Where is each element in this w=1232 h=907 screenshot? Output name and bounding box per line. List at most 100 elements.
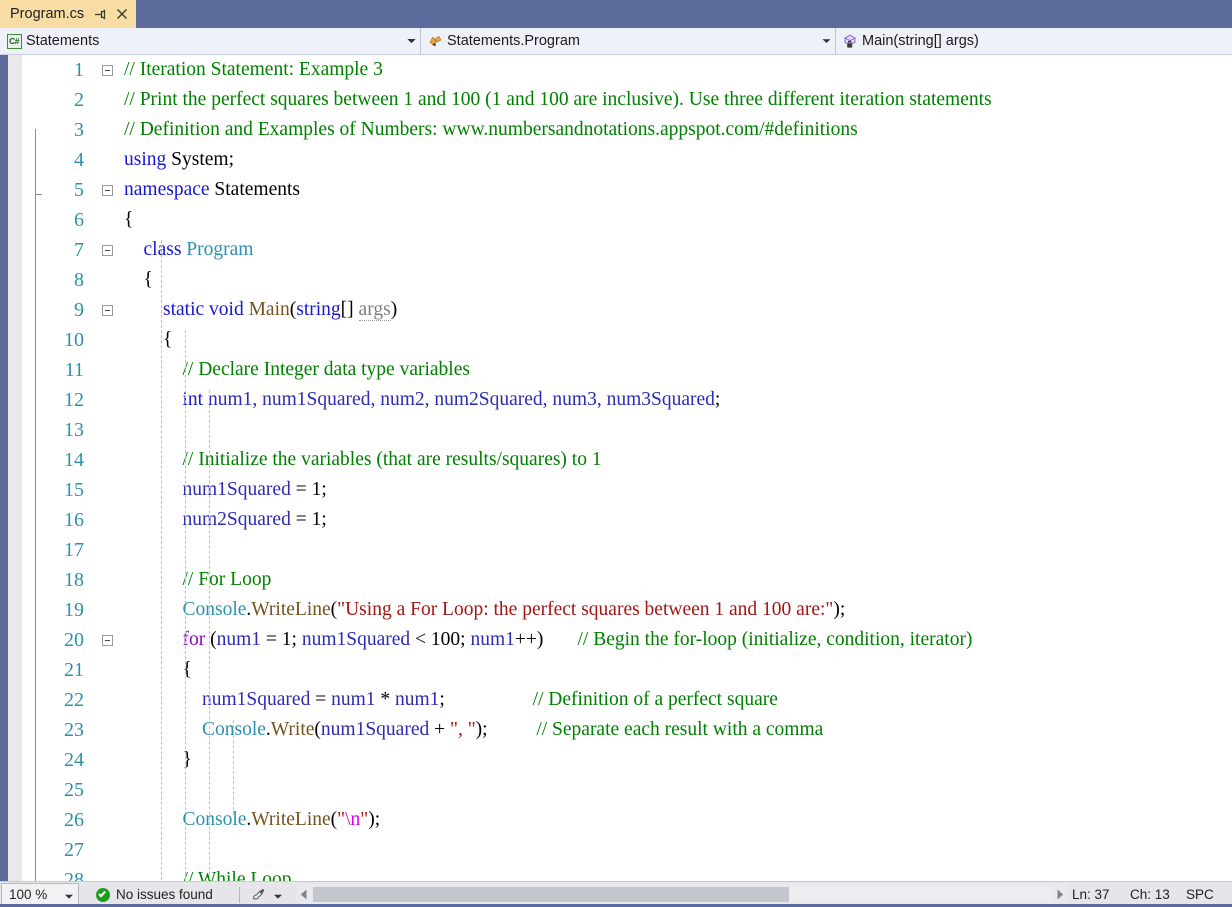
code-line[interactable]: 27 <box>22 835 1232 865</box>
code-pane[interactable]: 1 // Iteration Statement: Example 3 2 // Pr… <box>22 55 1232 881</box>
code-text[interactable]: // Print the perfect squares between 1 a… <box>124 85 1232 115</box>
code-line[interactable]: 28 // While Loop <box>22 865 1232 882</box>
code-text[interactable]: { <box>124 655 1232 685</box>
member-dropdown[interactable]: Main(string[] args) <box>836 28 1232 54</box>
code-line[interactable]: 3 // Definition and Examples of Numbers: … <box>22 115 1232 145</box>
fold-margin-cell[interactable] <box>94 715 124 745</box>
scrollbar-thumb[interactable] <box>312 887 789 902</box>
fold-margin-cell[interactable] <box>94 745 124 775</box>
close-icon[interactable] <box>115 7 128 21</box>
fold-margin-cell[interactable] <box>94 205 124 235</box>
fold-margin-cell[interactable] <box>94 595 124 625</box>
code-text[interactable]: { <box>124 265 1232 295</box>
code-line[interactable]: 16 num2Squared = 1; <box>22 505 1232 535</box>
code-line[interactable]: 2 // Print the perfect squares between 1 … <box>22 85 1232 115</box>
caret-left-icon[interactable] <box>296 884 313 905</box>
code-line[interactable]: 22 num1Squared = num1 * num1; // Definit… <box>22 685 1232 715</box>
zoom-level-control[interactable]: 100 % <box>1 883 79 906</box>
code-line[interactable]: 6{ <box>22 205 1232 235</box>
code-line[interactable]: 10 { <box>22 325 1232 355</box>
code-text[interactable]: static void Main(string[] args) <box>124 295 1232 325</box>
issues-status[interactable]: No issues found <box>96 887 213 902</box>
code-line[interactable]: 8 { <box>22 265 1232 295</box>
code-text[interactable]: num1Squared = num1 * num1; // Definition… <box>124 685 1232 715</box>
chevron-down-icon[interactable] <box>273 887 282 902</box>
code-text[interactable]: Console.Write(num1Squared + ", "); // Se… <box>124 715 1232 745</box>
code-text[interactable]: int num1, num1Squared, num2, num2Squared… <box>124 385 1232 415</box>
code-text[interactable]: { <box>124 325 1232 355</box>
chevron-down-icon[interactable] <box>817 38 835 44</box>
code-text[interactable]: for (num1 = 1; num1Squared < 100; num1++… <box>124 625 1232 655</box>
fold-margin-cell[interactable] <box>94 685 124 715</box>
scrollbar-track[interactable] <box>312 887 1051 902</box>
code-line[interactable]: 26 Console.WriteLine("\n"); <box>22 805 1232 835</box>
fold-margin-cell[interactable] <box>94 55 124 85</box>
indicator-margin[interactable] <box>8 55 22 881</box>
tab-program-cs[interactable]: Program.cs <box>0 0 137 28</box>
code-line[interactable]: 21 { <box>22 655 1232 685</box>
code-text[interactable]: // Iteration Statement: Example 3 <box>124 55 1232 85</box>
code-line[interactable]: 17 <box>22 535 1232 565</box>
fold-margin-cell[interactable] <box>94 145 124 175</box>
code-text[interactable]: num2Squared = 1; <box>124 505 1232 535</box>
code-line[interactable]: 7 class Program <box>22 235 1232 265</box>
code-text[interactable] <box>124 775 1232 805</box>
code-text[interactable] <box>124 415 1232 445</box>
brush-tool-button[interactable] <box>250 885 282 905</box>
code-text[interactable]: // Initialize the variables (that are re… <box>124 445 1232 475</box>
fold-margin-cell[interactable] <box>94 355 124 385</box>
pin-icon[interactable] <box>93 7 106 21</box>
code-text[interactable] <box>124 835 1232 865</box>
code-line[interactable]: 18 // For Loop <box>22 565 1232 595</box>
code-line[interactable]: 15 num1Squared = 1; <box>22 475 1232 505</box>
code-text[interactable]: Console.WriteLine("\n"); <box>124 805 1232 835</box>
code-line[interactable]: 11 // Declare Integer data type variable… <box>22 355 1232 385</box>
fold-margin-cell[interactable] <box>94 805 124 835</box>
code-line[interactable]: 14 // Initialize the variables (that are… <box>22 445 1232 475</box>
fold-margin-cell[interactable] <box>94 325 124 355</box>
code-text[interactable]: using System; <box>124 145 1232 175</box>
fold-margin-cell[interactable] <box>94 475 124 505</box>
fold-margin-cell[interactable] <box>94 565 124 595</box>
code-line[interactable]: 24 } <box>22 745 1232 775</box>
horizontal-scrollbar[interactable] <box>295 884 1068 905</box>
code-text[interactable] <box>124 535 1232 565</box>
code-text[interactable]: // While Loop <box>124 865 1232 881</box>
code-line[interactable]: 5 namespace Statements <box>22 175 1232 205</box>
chevron-down-icon[interactable] <box>65 887 73 902</box>
caret-right-icon[interactable] <box>1051 884 1068 905</box>
code-text[interactable]: namespace Statements <box>124 175 1232 205</box>
fold-margin-cell[interactable] <box>94 85 124 115</box>
fold-margin-cell[interactable] <box>94 115 124 145</box>
fold-margin-cell[interactable] <box>94 625 124 655</box>
fold-margin-cell[interactable] <box>94 835 124 865</box>
type-dropdown[interactable]: Statements.Program <box>421 28 836 54</box>
code-line[interactable]: 1 // Iteration Statement: Example 3 <box>22 55 1232 85</box>
code-text[interactable]: num1Squared = 1; <box>124 475 1232 505</box>
collapse-minus-icon[interactable] <box>102 305 113 316</box>
code-line[interactable]: 23 Console.Write(num1Squared + ", "); //… <box>22 715 1232 745</box>
code-line[interactable]: 12 int num1, num1Squared, num2, num2Squa… <box>22 385 1232 415</box>
code-text[interactable]: } <box>124 745 1232 775</box>
code-text[interactable]: // Declare Integer data type variables <box>124 355 1232 385</box>
code-line[interactable]: 19 Console.WriteLine("Using a For Loop: … <box>22 595 1232 625</box>
fold-margin-cell[interactable] <box>94 295 124 325</box>
fold-margin-cell[interactable] <box>94 775 124 805</box>
fold-margin-cell[interactable] <box>94 415 124 445</box>
code-text[interactable]: // For Loop <box>124 565 1232 595</box>
fold-margin-cell[interactable] <box>94 865 124 881</box>
code-text[interactable]: class Program <box>124 235 1232 265</box>
collapse-minus-icon[interactable] <box>102 245 113 256</box>
code-line[interactable]: 20 for (num1 = 1; num1Squared < 100; num… <box>22 625 1232 655</box>
code-text[interactable]: { <box>124 205 1232 235</box>
code-line[interactable]: 25 <box>22 775 1232 805</box>
code-text[interactable]: // Definition and Examples of Numbers: w… <box>124 115 1232 145</box>
fold-margin-cell[interactable] <box>94 505 124 535</box>
collapse-minus-icon[interactable] <box>102 185 113 196</box>
project-dropdown[interactable]: C# Statements <box>0 28 421 54</box>
code-text[interactable]: Console.WriteLine("Using a For Loop: the… <box>124 595 1232 625</box>
fold-margin-cell[interactable] <box>94 175 124 205</box>
collapse-minus-icon[interactable] <box>102 65 113 76</box>
code-line[interactable]: 13 <box>22 415 1232 445</box>
code-editor[interactable]: 1 // Iteration Statement: Example 3 2 // Pr… <box>0 55 1232 881</box>
